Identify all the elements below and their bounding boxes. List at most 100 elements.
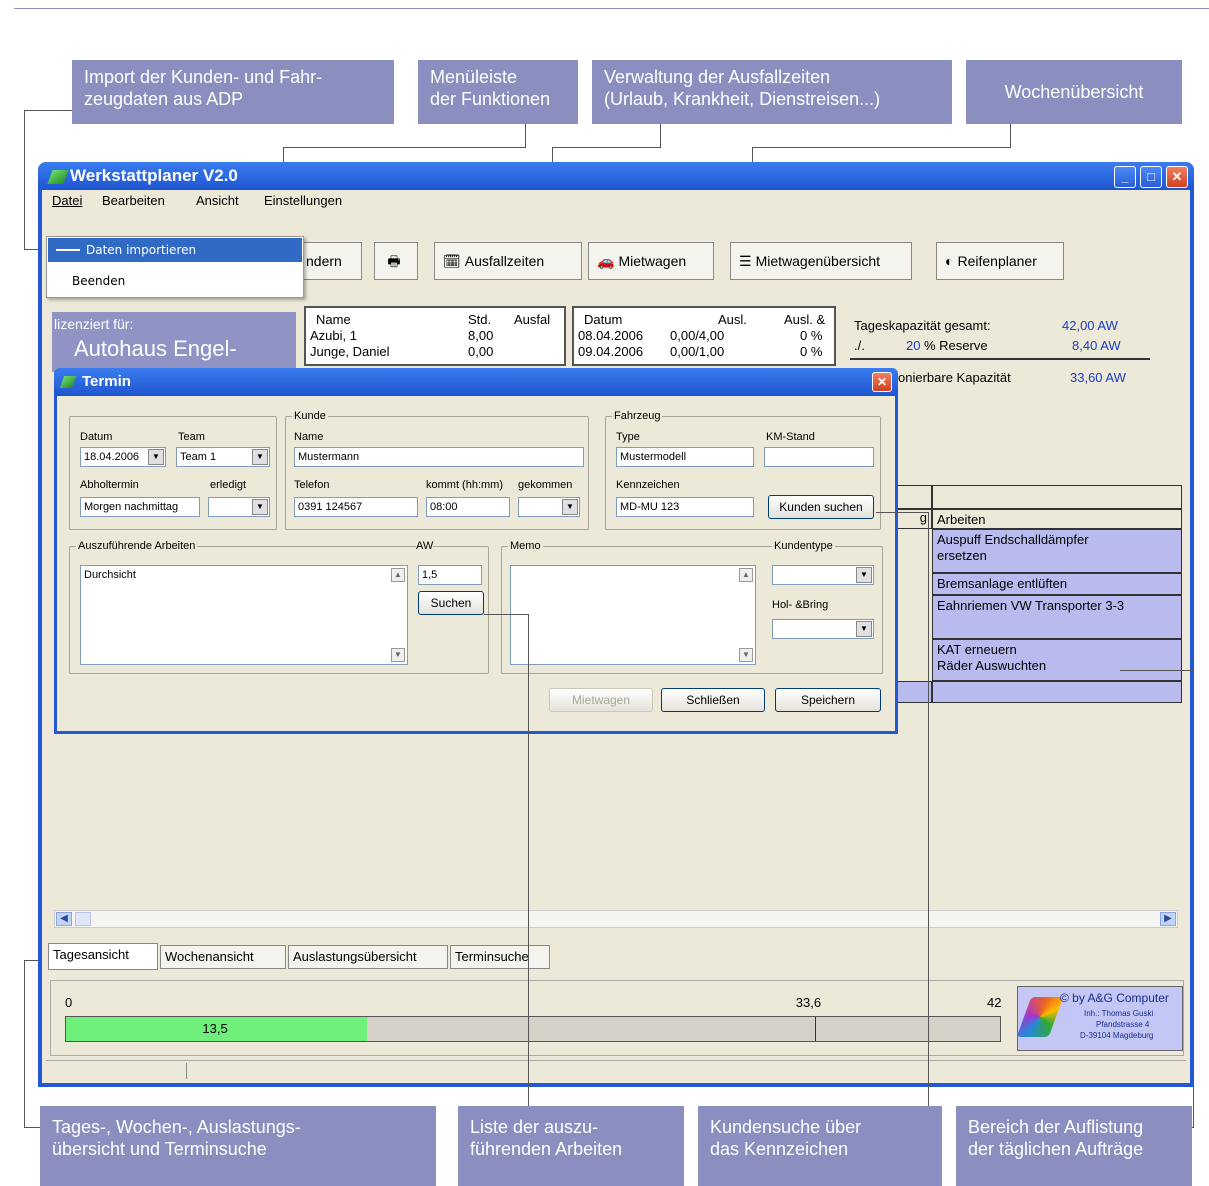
kunden-suchen-button[interactable]: Kunden suchen: [768, 495, 874, 519]
work-list-row[interactable]: Auspuff Endschalldämpfer ersetzen: [932, 529, 1182, 573]
gekommen-select[interactable]: ▼: [518, 497, 580, 517]
car-icon: 🚗: [597, 253, 615, 269]
connector-line: [24, 110, 72, 111]
absence-row-datum[interactable]: 09.04.2006: [578, 344, 643, 359]
capbar-max: 42: [987, 995, 1002, 1010]
staff-row-name[interactable]: Azubi, 1: [310, 328, 357, 343]
suchen-button[interactable]: Suchen: [418, 591, 484, 615]
horizontal-scrollbar[interactable]: ◀ ▶: [54, 910, 1178, 928]
team-value: Team 1: [180, 451, 217, 463]
tab-terminsuche[interactable]: Terminsuche: [450, 945, 550, 969]
ausfallzeiten-button[interactable]: 🗓 Ausfallzeiten: [434, 242, 582, 280]
menu-datei[interactable]: Datei: [52, 193, 82, 208]
logo-mark-icon: [1016, 997, 1064, 1037]
work-list-header: Arbeiten: [932, 509, 1182, 529]
type-field[interactable]: Mustermodell: [616, 447, 754, 467]
kennzeichen-field[interactable]: MD-MU 123: [616, 497, 754, 517]
connector-line: [24, 960, 25, 1128]
staff-row-std: 8,00: [468, 328, 494, 343]
kundentyp-select[interactable]: ▼: [772, 565, 874, 585]
kommt-field[interactable]: 08:00: [426, 497, 510, 517]
chevron-down-icon[interactable]: ▼: [148, 449, 164, 465]
memo-textarea[interactable]: ▲ ▼: [510, 565, 756, 665]
callout-import: Import der Kunden- und Fahr- zeugdaten a…: [72, 60, 394, 124]
menu-item-exit[interactable]: Beenden: [48, 269, 302, 293]
absence-row-datum[interactable]: 08.04.2006: [578, 328, 643, 343]
scroll-down-icon[interactable]: ▼: [391, 648, 405, 662]
chevron-down-icon[interactable]: ▼: [856, 621, 872, 637]
mietwagenuebersicht-label: Mietwagenübersicht: [755, 253, 881, 269]
scroll-up-icon[interactable]: ▲: [739, 568, 753, 582]
scroll-down-icon[interactable]: ▼: [739, 648, 753, 662]
absence-header-ausl: Ausl.: [718, 312, 747, 327]
capacity-reserve-label: % Reserve: [924, 338, 988, 353]
capacity-reserve-pct: 20: [906, 338, 921, 353]
absence-row-pct: 0 %: [800, 344, 823, 359]
scroll-up-icon[interactable]: ▲: [391, 568, 405, 582]
capacity-reserve-value: 8,40 AW: [1072, 338, 1121, 353]
schliessen-button[interactable]: Schließen: [661, 688, 765, 712]
menu-item-import[interactable]: Daten importieren: [48, 238, 302, 262]
capbar-value-label: 13,5: [202, 1021, 228, 1036]
print-button[interactable]: 🖶: [374, 242, 418, 280]
name-field[interactable]: Mustermann: [294, 447, 584, 467]
maximize-button[interactable]: □: [1140, 166, 1162, 188]
tab-auslastungsuebersicht[interactable]: Auslastungsübersicht: [288, 945, 448, 969]
erledigt-select[interactable]: ▼: [208, 497, 270, 517]
memo-label: Memo: [508, 540, 543, 552]
mietwagen-button[interactable]: 🚗 Mietwagen: [588, 242, 714, 280]
holbring-select[interactable]: ▼: [772, 619, 874, 639]
capacity-bar-panel: 0 33,6 42 13,5 © by A&G Computer Inh.: T…: [50, 980, 1184, 1056]
scroll-thumb[interactable]: [75, 912, 91, 926]
dialog-close-icon[interactable]: ✕: [872, 372, 892, 392]
minimize-button[interactable]: _: [1114, 166, 1136, 188]
tab-wochenansicht[interactable]: Wochenansicht: [160, 945, 286, 969]
chevron-down-icon[interactable]: ▼: [252, 499, 268, 515]
reifenplaner-label: Reifenplaner: [957, 253, 1037, 269]
km-field[interactable]: [764, 447, 874, 467]
mietwagen-label: Mietwagen: [618, 253, 687, 269]
menu-einstellungen[interactable]: Einstellungen: [264, 193, 342, 208]
company-logo: © by A&G Computer Inh.: Thomas Guski Pfa…: [1016, 986, 1183, 1051]
reifenplaner-button[interactable]: ◐ Reifenplaner: [936, 242, 1064, 280]
chevron-down-icon[interactable]: ▼: [856, 567, 872, 583]
chevron-down-icon[interactable]: ▼: [562, 499, 578, 515]
staff-row-name[interactable]: Junge, Daniel: [310, 344, 390, 359]
connector-line: [552, 147, 661, 148]
arbeiten-textarea[interactable]: Durchsicht ▲ ▼: [80, 565, 408, 665]
work-list-row[interactable]: Eahnriemen VW Transporter 3-3: [932, 595, 1182, 639]
staff-header-name: Name: [316, 312, 351, 327]
absence-header-datum: Datum: [584, 312, 623, 327]
speichern-button[interactable]: Speichern: [775, 688, 881, 712]
aw-field[interactable]: 1,5: [418, 565, 482, 585]
menu-ansicht[interactable]: Ansicht: [196, 193, 239, 208]
mietwagen-dialog-button[interactable]: Mietwagen: [549, 688, 653, 712]
holbring-label: Hol- &Bring: [772, 599, 829, 611]
kennzeichen-label: Kennzeichen: [616, 479, 680, 491]
team-select[interactable]: Team 1 ▼: [176, 447, 270, 467]
scroll-right-icon[interactable]: ▶: [1160, 912, 1176, 926]
work-list-row[interactable]: [932, 681, 1182, 703]
capacity-disp-label: onierbare Kapazität: [898, 370, 1011, 385]
group-kunde: Kunde Name Mustermann Telefon kommt (hh:…: [285, 410, 589, 530]
tab-tagesansicht[interactable]: Tagesansicht: [48, 943, 158, 970]
close-button[interactable]: ✕: [1166, 166, 1188, 188]
datum-field[interactable]: 18.04.2006 ▼: [80, 447, 166, 467]
file-menu: Daten importieren Beenden: [46, 236, 304, 298]
scroll-left-icon[interactable]: ◀: [56, 912, 72, 926]
aendern-button[interactable]: ndern: [302, 242, 362, 280]
menu-bearbeiten[interactable]: Bearbeiten: [102, 193, 165, 208]
capacity-total-label: Tageskapazität gesamt:: [854, 318, 991, 333]
dialog-app-icon: [59, 376, 77, 388]
work-list-row[interactable]: Bremsanlage entlüften: [932, 573, 1182, 595]
status-separator: [186, 1063, 187, 1079]
telefon-field[interactable]: 0391 124567: [294, 497, 418, 517]
staff-table: Name Std. Ausfal Azubi, 1 8,00 Junge, Da…: [304, 306, 566, 366]
mietwagenuebersicht-button[interactable]: ☰ Mietwagenübersicht: [730, 242, 912, 280]
chevron-down-icon[interactable]: ▼: [252, 449, 268, 465]
abholtermin-field[interactable]: Morgen nachmittag: [80, 497, 200, 517]
connector-line: [24, 1127, 40, 1128]
callout-woche: Wochenübersicht: [966, 60, 1182, 124]
absence-row-ausl: 0,00/1,00: [670, 344, 725, 359]
work-list-row[interactable]: KAT erneuern Räder Auswuchten: [932, 639, 1182, 681]
